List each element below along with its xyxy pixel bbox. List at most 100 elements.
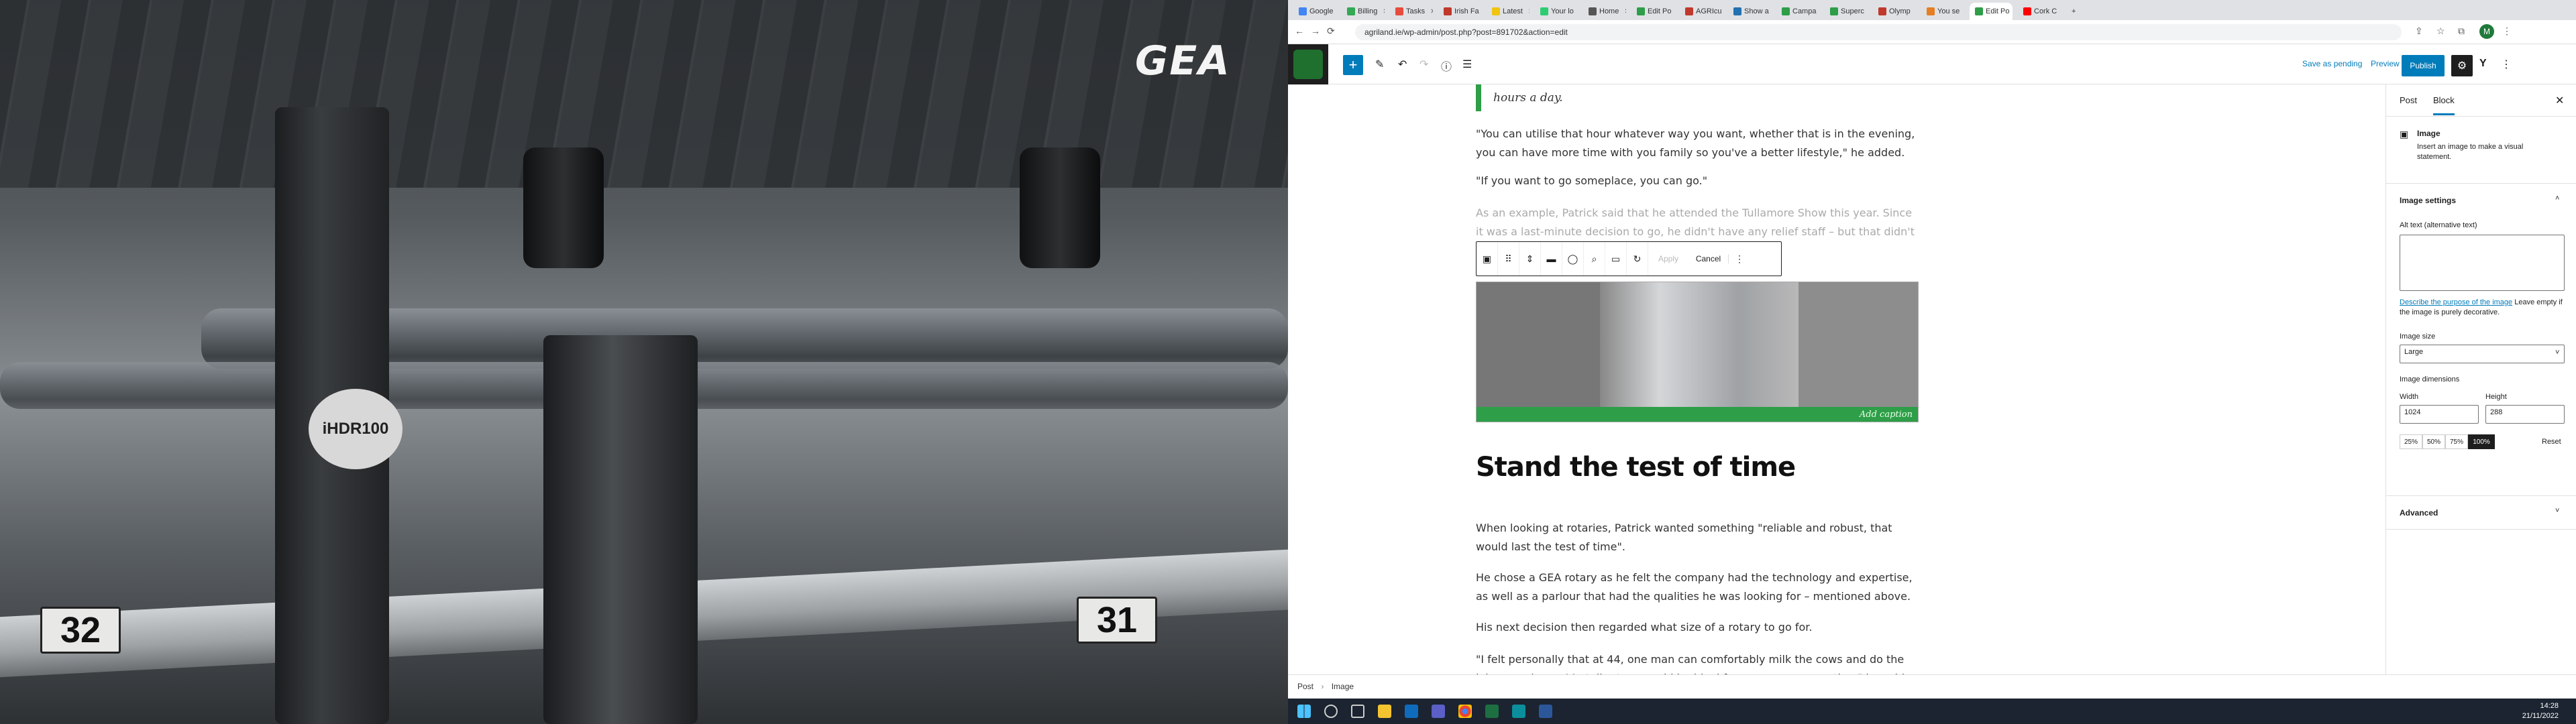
tab-close-icon[interactable]: ✕ — [1430, 8, 1433, 15]
rotate-icon[interactable]: ↻ — [1627, 242, 1648, 276]
cancel-button[interactable]: Cancel — [1688, 254, 1729, 263]
back-icon[interactable]: ← — [1295, 25, 1304, 36]
yoast-icon[interactable]: Y — [2479, 58, 2487, 70]
height-input[interactable]: 288 — [2485, 405, 2565, 424]
reset-button[interactable]: Reset — [2542, 438, 2561, 446]
section-heading[interactable]: Stand the test of time — [1476, 452, 1796, 483]
browser-tab[interactable]: Campa✕ — [1776, 3, 1819, 20]
browser-tab[interactable]: Google✕ — [1293, 3, 1336, 20]
list-view-icon[interactable]: ☰ — [1462, 58, 1472, 71]
settings-gear-icon[interactable]: ⚙ — [2451, 55, 2473, 76]
duotone-icon[interactable]: ◯ — [1562, 242, 1584, 276]
advanced-title[interactable]: Advanced — [2400, 508, 2438, 518]
browser-tab[interactable]: Home ✕ — [1583, 3, 1626, 20]
paragraph-4[interactable]: When looking at rotaries, Patrick wanted… — [1476, 519, 1919, 556]
browser-tab[interactable]: Edit Po✕ — [1970, 3, 2012, 20]
zoom-icon[interactable]: ⌕ — [1584, 242, 1605, 276]
undo-icon[interactable]: ↶ — [1398, 58, 1407, 71]
redo-icon[interactable]: ↷ — [1419, 58, 1428, 71]
image-block[interactable]: Add caption — [1476, 282, 1919, 422]
pct-25-button[interactable]: 25% — [2400, 434, 2422, 449]
height-label: Height — [2485, 393, 2507, 401]
paragraph-6[interactable]: His next decision then regarded what siz… — [1476, 618, 1919, 637]
excel-icon[interactable] — [1485, 705, 1499, 718]
paragraph-5[interactable]: He chose a GEA rotary as he felt the com… — [1476, 568, 1919, 606]
browser-tab[interactable]: Olymp✕ — [1873, 3, 1916, 20]
crumb-post[interactable]: Post — [1297, 682, 1313, 691]
publish-button[interactable]: Publish — [2402, 55, 2445, 76]
tab-favicon-icon — [1444, 7, 1452, 15]
tab-close-icon[interactable]: ✕ — [1383, 8, 1385, 15]
browser-tab[interactable]: Superc✕ — [1825, 3, 1868, 20]
info-icon[interactable]: ⓘ — [1441, 58, 1452, 74]
advanced-chevron-icon[interactable]: ˅ — [2555, 507, 2559, 515]
more-options-icon[interactable]: ⋮ — [1729, 242, 1750, 276]
browser-tab[interactable]: AGRIcu✕ — [1680, 3, 1723, 20]
image-icon[interactable]: ▣ — [1477, 242, 1498, 276]
new-tab-button[interactable]: + — [2066, 3, 2081, 20]
pullquote-tail[interactable]: hours a day. — [1476, 84, 1919, 111]
browser-tab[interactable]: Latest ✕ — [1487, 3, 1529, 20]
options-icon[interactable]: ⋮ — [2501, 58, 2512, 71]
image-settings-panel: Image settings ˄ Alt text (alternative t… — [2386, 184, 2576, 496]
start-icon[interactable] — [1297, 705, 1311, 718]
tab-post[interactable]: Post — [2400, 95, 2417, 105]
aspect-icon[interactable]: ▭ — [1605, 242, 1627, 276]
share-icon[interactable]: ⇪ — [2415, 25, 2423, 37]
alt-text-field[interactable] — [2400, 235, 2565, 291]
task-view-icon[interactable] — [1351, 705, 1364, 718]
advanced-panel[interactable]: Advanced ˅ — [2386, 496, 2576, 530]
outlook-icon[interactable] — [1405, 705, 1418, 718]
editor-canvas: hours a day. "You can utilise that hour … — [1288, 84, 2532, 674]
browser-tab[interactable]: Tasks ✕ — [1390, 3, 1433, 20]
browser-tab[interactable]: Edit Po✕ — [1631, 3, 1674, 20]
browser-tab[interactable]: Billing ✕ — [1342, 3, 1385, 20]
file-explorer-icon[interactable] — [1378, 705, 1391, 718]
paragraph-2[interactable]: "If you want to go someplace, you can go… — [1476, 172, 1919, 190]
describe-link[interactable]: Describe the purpose of the image — [2400, 298, 2512, 306]
pct-50-button[interactable]: 50% — [2422, 434, 2445, 449]
browser-tab[interactable]: Irish Fa✕ — [1438, 3, 1481, 20]
width-input[interactable]: 1024 — [2400, 405, 2479, 424]
browser-tab[interactable]: You se✕ — [1921, 3, 1964, 20]
url-input[interactable]: agriland.ie/wp-admin/post.php?post=89170… — [1355, 24, 2402, 40]
chevron-up-icon[interactable]: ˄ — [2555, 194, 2559, 202]
forward-icon[interactable]: → — [1311, 25, 1320, 36]
caption-input[interactable]: Add caption — [1477, 407, 1918, 422]
move-icon[interactable]: ⇕ — [1519, 242, 1541, 276]
paragraph-1[interactable]: "You can utilise that hour whatever way … — [1476, 125, 1919, 162]
tab-block[interactable]: Block — [2433, 95, 2455, 115]
paragraph-7[interactable]: "I felt personally that at 44, one man c… — [1476, 650, 1919, 674]
browser-tab[interactable]: Show a✕ — [1728, 3, 1771, 20]
pct-75-button[interactable]: 75% — [2445, 434, 2468, 449]
extensions-icon[interactable]: ⧉ — [2458, 25, 2465, 37]
crumb-image[interactable]: Image — [1332, 682, 1354, 691]
pct-100-button[interactable]: 100% — [2468, 434, 2495, 449]
preview-button[interactable]: Preview — [2371, 59, 2400, 68]
site-logo[interactable] — [1288, 44, 1328, 84]
word-icon[interactable] — [1539, 705, 1552, 718]
image-size-select[interactable]: Large — [2400, 345, 2565, 363]
menu-icon[interactable]: ⋮ — [2502, 25, 2512, 37]
tab-close-icon[interactable]: ✕ — [1624, 8, 1626, 15]
close-icon[interactable]: ✕ — [2555, 94, 2564, 107]
edge-icon[interactable] — [1512, 705, 1525, 718]
browser-tab[interactable]: Cork C✕ — [2018, 3, 2061, 20]
crop-area[interactable] — [1600, 282, 1799, 407]
image-settings-title[interactable]: Image settings — [2400, 196, 2456, 205]
tab-close-icon[interactable]: ✕ — [1528, 8, 1529, 15]
save-pending-button[interactable]: Save as pending — [2302, 59, 2362, 68]
pen-icon[interactable]: ✎ — [1375, 58, 1384, 71]
add-block-button[interactable]: + — [1343, 55, 1363, 75]
apply-button[interactable]: Apply — [1648, 254, 1688, 263]
profile-avatar[interactable]: M — [2479, 24, 2494, 39]
chrome-icon[interactable] — [1458, 705, 1472, 718]
drag-handle-icon[interactable]: ⠿ — [1498, 242, 1519, 276]
browser-tab[interactable]: Your lo✕ — [1535, 3, 1578, 20]
taskbar-clock[interactable]: 14:28 21/11/2022 — [2518, 701, 2559, 721]
bookmark-icon[interactable]: ☆ — [2436, 25, 2445, 37]
align-icon[interactable]: ▬ — [1541, 242, 1562, 276]
reload-icon[interactable]: ⟳ — [1327, 25, 1335, 37]
teams-icon[interactable] — [1432, 705, 1445, 718]
search-icon[interactable] — [1324, 705, 1338, 718]
